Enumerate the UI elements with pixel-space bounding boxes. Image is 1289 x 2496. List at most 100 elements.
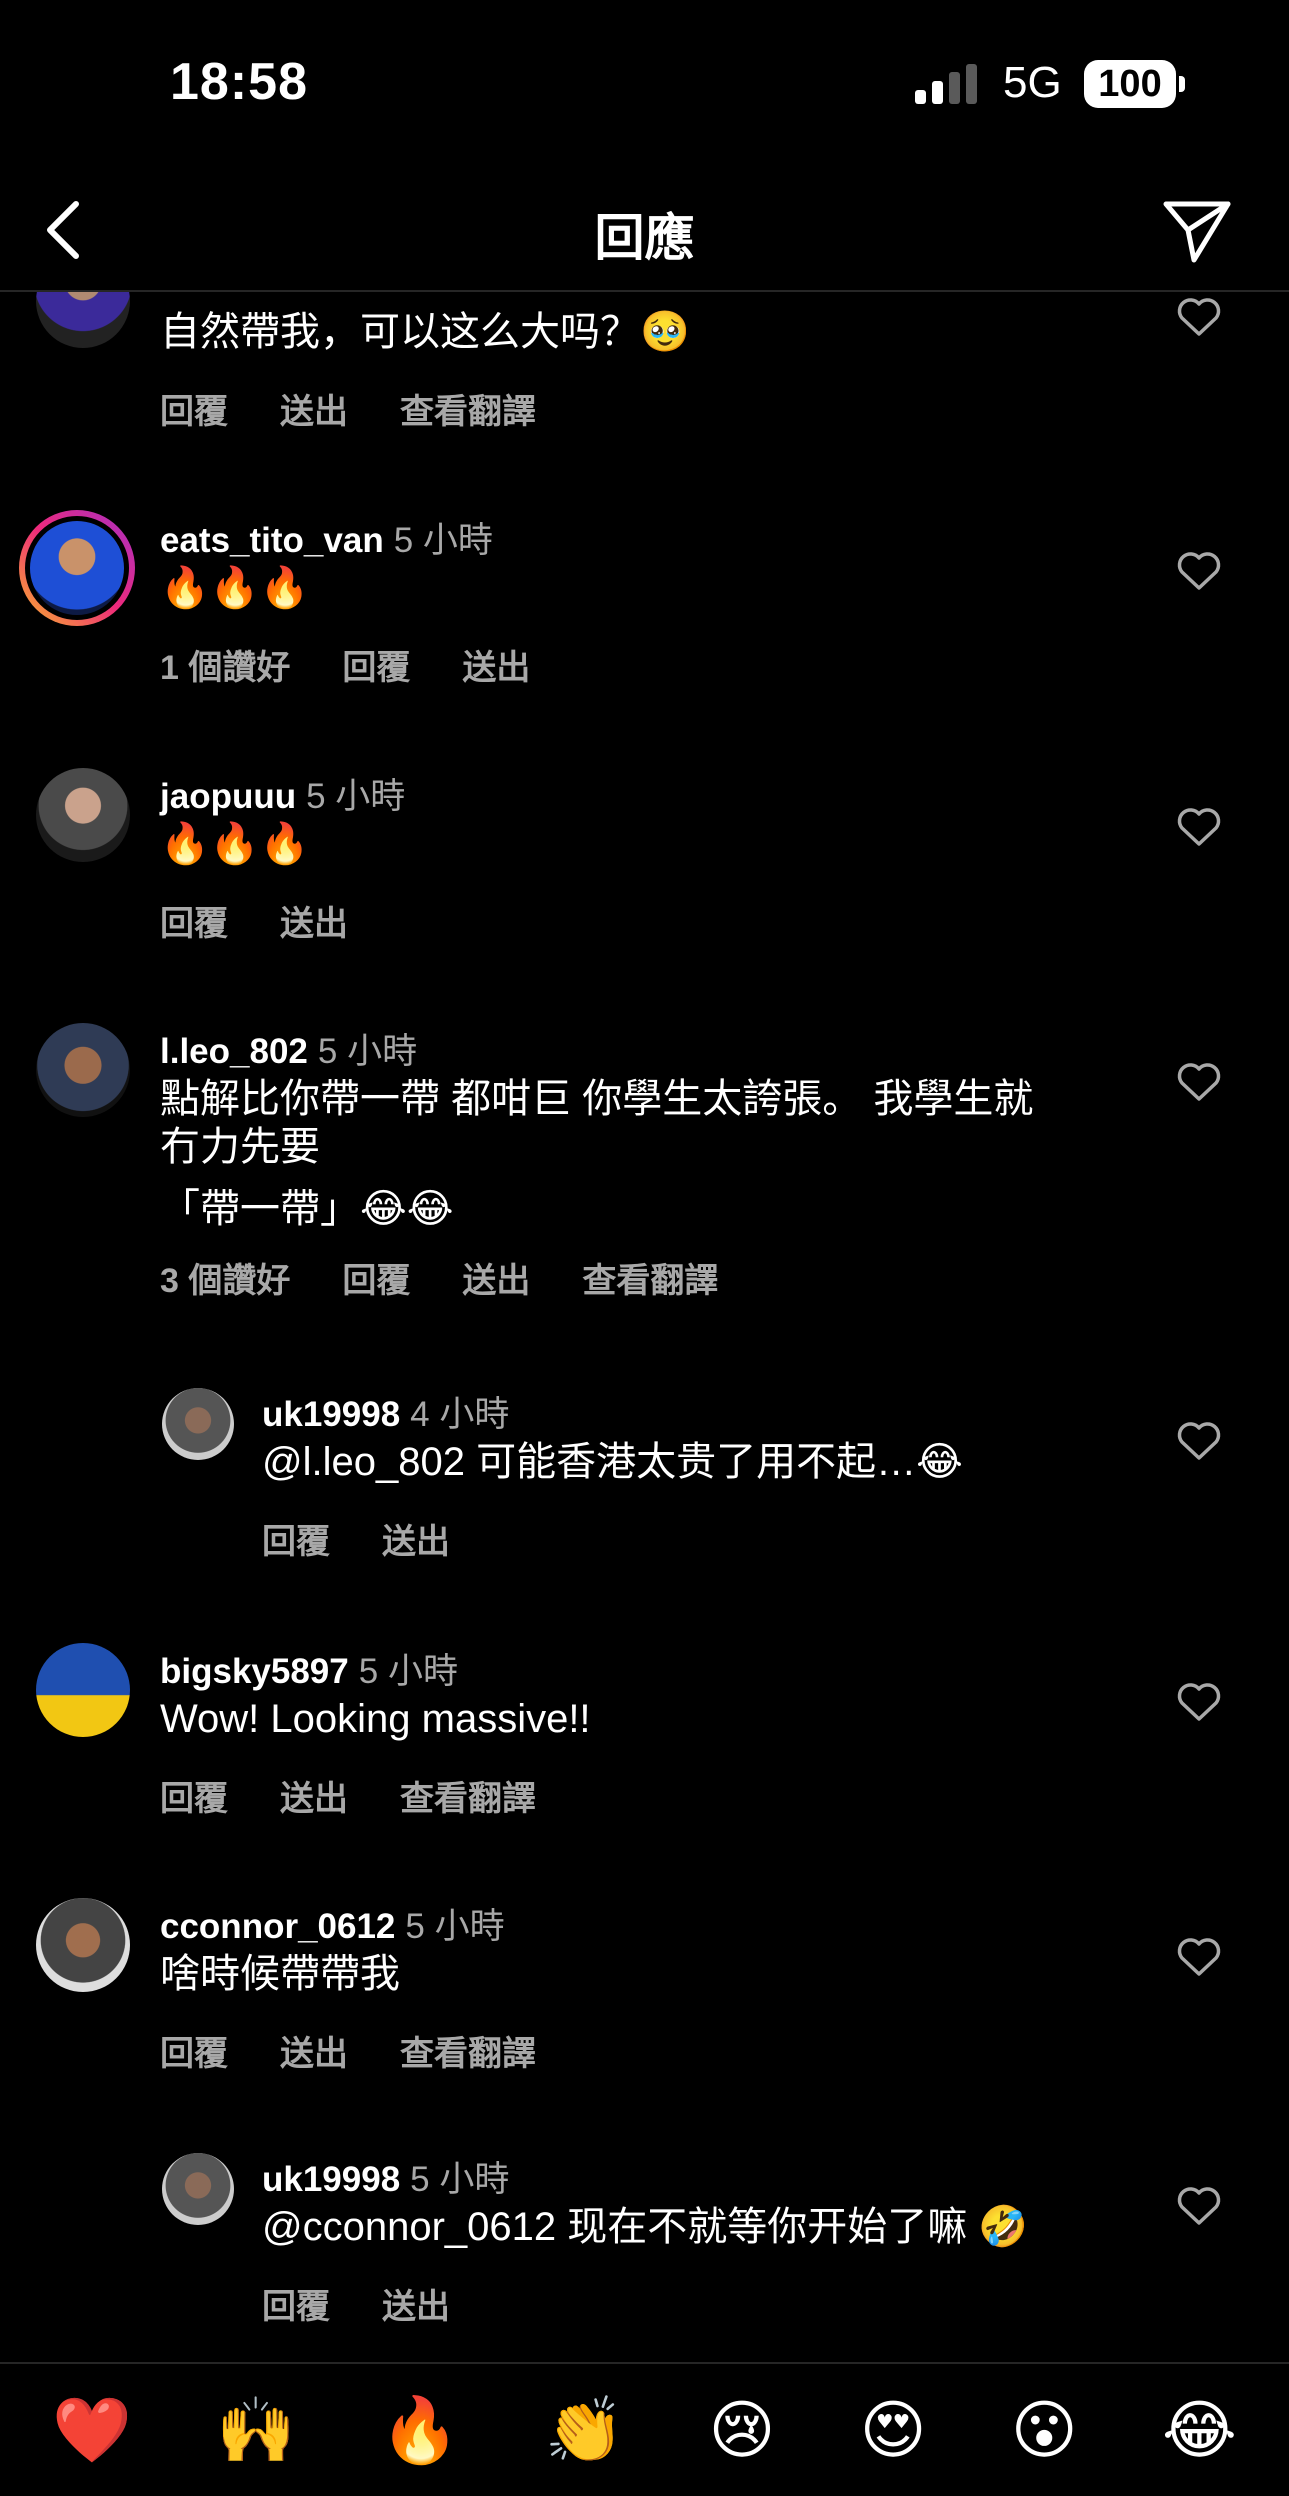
timestamp: 5 小時 bbox=[317, 1032, 418, 1071]
see-translation-button[interactable]: 查看翻譯 bbox=[582, 1253, 718, 1302]
avatar[interactable] bbox=[36, 768, 130, 862]
raising-hands-emoji-button[interactable]: 🙌 bbox=[216, 2393, 296, 2468]
red-heart-emoji-button[interactable]: ❤️ bbox=[52, 2393, 132, 2468]
comment-text-line: 「帶一帶」😂😂 bbox=[160, 1187, 454, 1231]
comment-item: cconnor_0612 5 小時 啥時候帶帶我 回覆 送出 查看翻譯 bbox=[0, 1890, 1289, 2090]
likes-count[interactable]: 3 個讚好 bbox=[160, 1253, 290, 1302]
heart-outline-icon[interactable] bbox=[1176, 1420, 1222, 1462]
heart-outline-icon[interactable] bbox=[1176, 1061, 1222, 1103]
heart-outline-icon[interactable] bbox=[1176, 296, 1222, 338]
send-button[interactable]: 送出 bbox=[382, 1514, 450, 1563]
comment-actions: 回覆 送出 bbox=[262, 1514, 450, 1563]
timestamp: 5 小時 bbox=[306, 777, 406, 816]
clapping-emoji-button[interactable]: 👏 bbox=[544, 2393, 624, 2468]
comment-item: eats_tito_van 5 小時 🔥🔥🔥 1 個讚好 回覆 送出 bbox=[0, 500, 1289, 720]
send-button[interactable]: 送出 bbox=[462, 640, 530, 689]
battery-tip bbox=[1179, 76, 1185, 92]
reply-button[interactable]: 回覆 bbox=[160, 896, 228, 945]
heart-outline-icon[interactable] bbox=[1176, 550, 1222, 592]
send-button[interactable]: 送出 bbox=[462, 1253, 530, 1302]
reply-item: uk19998 5 小時 @cconnor_0612 现在不就等你开始了嘛 🤣 回… bbox=[0, 2145, 1289, 2345]
comment-item: bigsky5897 5 小時 Wow! Looking massive!! 回覆… bbox=[0, 1635, 1289, 1835]
comment-item: l.leo_802 5 小時 點解比你帶一帶 都咁巨 你學生太誇張。 我學生就 冇… bbox=[0, 1015, 1289, 1315]
send-button[interactable]: 送出 bbox=[280, 1771, 348, 1820]
timestamp: 5 小時 bbox=[358, 1652, 458, 1691]
tears-of-joy-emoji-button[interactable]: 😂 bbox=[1162, 2393, 1237, 2468]
emoji-reaction-bar: ❤️ 🙌 🔥 👏 😢 😍 😮 😂 bbox=[0, 2362, 1289, 2496]
likes-count[interactable]: 1 個讚好 bbox=[160, 640, 290, 689]
comment-text: 啥時候帶帶我 bbox=[160, 1952, 400, 1996]
timestamp: 5 小時 bbox=[393, 521, 493, 560]
comment-meta: jaopuuu 5 小時 bbox=[160, 768, 405, 819]
comment-item: jaopuuu 5 小時 🔥🔥🔥 回覆 送出 bbox=[0, 760, 1289, 960]
avatar[interactable] bbox=[36, 1643, 130, 1737]
username[interactable]: eats_tito_van bbox=[160, 521, 384, 560]
network-label: 5G bbox=[1003, 58, 1062, 107]
heart-eyes-emoji-button[interactable]: 😍 bbox=[860, 2393, 927, 2468]
comment-text: 🔥🔥🔥 bbox=[160, 566, 310, 610]
status-bar: 18:58 5G 100 bbox=[0, 0, 1289, 170]
reply-button[interactable]: 回覆 bbox=[262, 1514, 330, 1563]
avatar[interactable] bbox=[36, 1023, 130, 1117]
see-translation-button[interactable]: 查看翻譯 bbox=[400, 384, 536, 433]
comment-actions: 回覆 送出 bbox=[160, 896, 348, 945]
timestamp: 5 小時 bbox=[410, 2160, 510, 2199]
comment-actions: 回覆 送出 查看翻譯 bbox=[160, 2026, 536, 2075]
battery-level: 100 bbox=[1098, 62, 1162, 105]
comment-actions: 回覆 送出 查看翻譯 bbox=[160, 1771, 536, 1820]
username[interactable]: jaopuuu bbox=[160, 777, 296, 816]
heart-outline-icon[interactable] bbox=[1176, 1936, 1222, 1978]
username[interactable]: uk19998 bbox=[262, 1395, 400, 1434]
reply-button[interactable]: 回覆 bbox=[262, 2279, 330, 2328]
send-button[interactable]: 送出 bbox=[280, 2026, 348, 2075]
comment-text-line: 冇力先要 bbox=[160, 1125, 320, 1169]
avatar[interactable] bbox=[36, 1898, 130, 1992]
comment-text: 自然帶我，可以这么大吗？🥹 bbox=[160, 310, 690, 354]
reply-button[interactable]: 回覆 bbox=[342, 640, 410, 689]
heart-outline-icon[interactable] bbox=[1176, 1681, 1222, 1723]
comment-text: 🔥🔥🔥 bbox=[160, 822, 310, 866]
reply-button[interactable]: 回覆 bbox=[342, 1253, 410, 1302]
crying-face-emoji-button[interactable]: 😢 bbox=[709, 2393, 776, 2468]
send-button[interactable]: 送出 bbox=[280, 896, 348, 945]
comment-meta: eats_tito_van 5 小時 bbox=[160, 512, 493, 563]
avatar-story-ring[interactable] bbox=[19, 510, 135, 626]
comment-actions: 回覆 送出 查看翻譯 bbox=[160, 384, 536, 433]
reply-item: uk19998 4 小時 @l.leo_802 可能香港太贵了用不起…😂 回覆 送… bbox=[0, 1380, 1289, 1580]
reply-button[interactable]: 回覆 bbox=[160, 384, 228, 433]
send-button[interactable]: 送出 bbox=[382, 2279, 450, 2328]
status-time: 18:58 bbox=[170, 53, 308, 111]
comment-meta: l.leo_802 5 小時 bbox=[160, 1023, 417, 1074]
avatar bbox=[25, 516, 129, 620]
avatar[interactable] bbox=[162, 2153, 234, 2225]
comment-meta: uk19998 4 小時 bbox=[262, 1386, 509, 1437]
paper-plane-icon[interactable] bbox=[1158, 192, 1234, 268]
send-button[interactable]: 送出 bbox=[280, 384, 348, 433]
see-translation-button[interactable]: 查看翻譯 bbox=[400, 2026, 536, 2075]
page-title: 回應 bbox=[594, 210, 695, 266]
username[interactable]: cconnor_0612 bbox=[160, 1907, 395, 1946]
username[interactable]: bigsky5897 bbox=[160, 1652, 349, 1691]
signal-icon bbox=[915, 64, 977, 104]
reply-button[interactable]: 回覆 bbox=[160, 2026, 228, 2075]
heart-outline-icon[interactable] bbox=[1176, 806, 1222, 848]
comment-text: 點解比你帶一帶 都咁巨 你學生太誇張。 我學生就 冇力先要 「帶一帶」😂😂 bbox=[160, 1075, 1120, 1233]
battery-icon: 100 bbox=[1084, 60, 1176, 108]
reply-button[interactable]: 回覆 bbox=[160, 1771, 228, 1820]
comment-meta: uk19998 5 小時 bbox=[262, 2151, 509, 2202]
avatar[interactable] bbox=[162, 1388, 234, 1460]
timestamp: 5 小時 bbox=[405, 1907, 505, 1946]
comment-text-line: 點解比你帶一帶 都咁巨 你學生太誇張。 我學生就 bbox=[160, 1077, 1034, 1121]
comment-text: @l.leo_802 可能香港太贵了用不起…😂 bbox=[262, 1440, 963, 1484]
comment-text: @cconnor_0612 现在不就等你开始了嘛 🤣 bbox=[262, 2205, 1029, 2249]
fire-emoji-button[interactable]: 🔥 bbox=[380, 2393, 460, 2468]
comment-actions: 3 個讚好 回覆 送出 查看翻譯 bbox=[160, 1253, 718, 1302]
heart-outline-icon[interactable] bbox=[1176, 2185, 1222, 2227]
see-translation-button[interactable]: 查看翻譯 bbox=[400, 1771, 536, 1820]
comment-actions: 1 個讚好 回覆 送出 bbox=[160, 640, 530, 689]
comment-meta: cconnor_0612 5 小時 bbox=[160, 1898, 505, 1949]
comment-actions: 回覆 送出 bbox=[262, 2279, 450, 2328]
username[interactable]: l.leo_802 bbox=[160, 1032, 308, 1071]
surprised-face-emoji-button[interactable]: 😮 bbox=[1011, 2393, 1078, 2468]
username[interactable]: uk19998 bbox=[262, 2160, 400, 2199]
